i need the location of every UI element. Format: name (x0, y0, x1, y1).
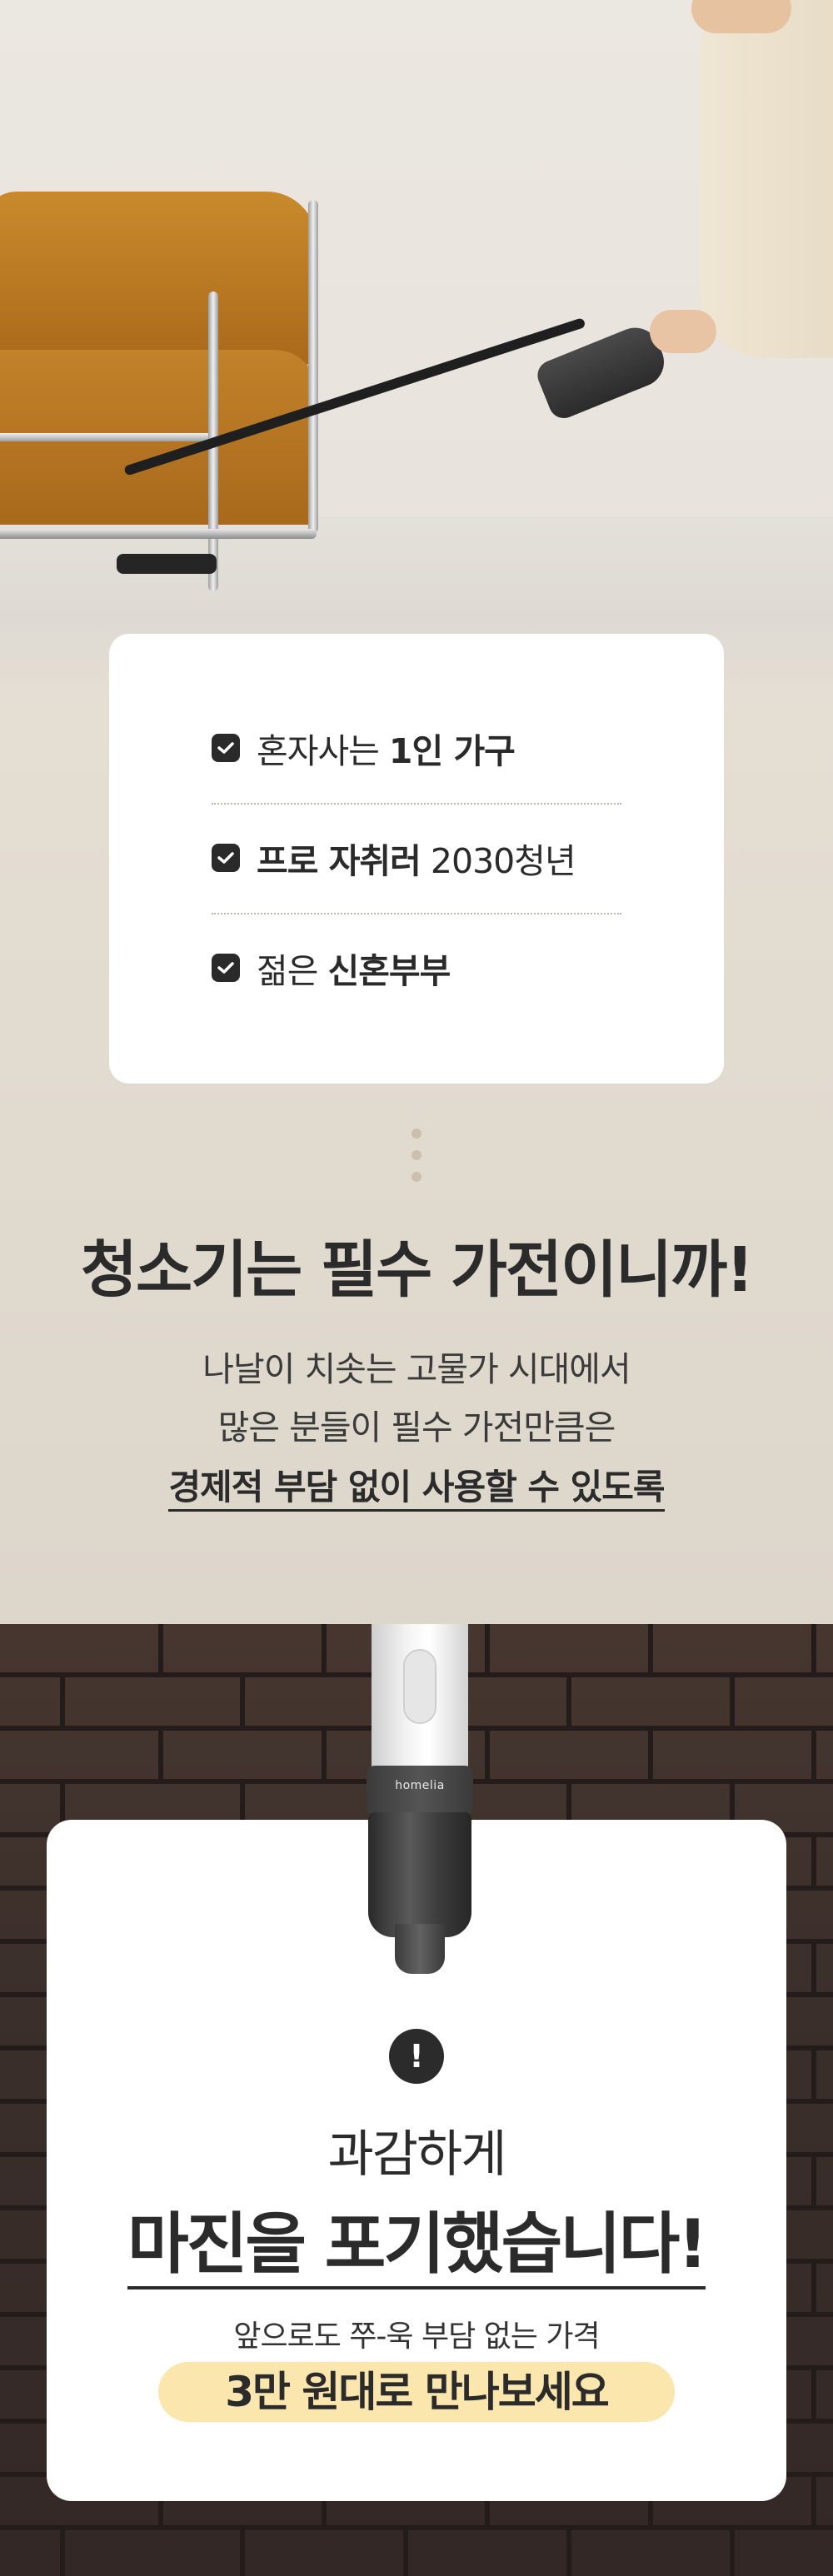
vacuum-floor-head (117, 554, 217, 574)
section-headline: 청소기는 필수 가전이니까! (80, 1234, 754, 1306)
person-face (691, 0, 791, 33)
dotted-divider (212, 913, 621, 914)
checkbox-icon (212, 954, 240, 982)
checklist-label: 프로 자취러 2030청년 (257, 841, 576, 881)
sofa-frame-rail (0, 433, 217, 441)
price-card-headline: 마진을 포기했습니다! (0, 2190, 833, 2290)
sofa-frame-leg (308, 200, 318, 533)
checkbox-icon (212, 734, 240, 762)
person-hand (650, 310, 716, 353)
intro-text-line: 많은 분들이 필수 가전만큼은 (217, 1408, 616, 1447)
vacuum-nozzle (395, 1924, 445, 1974)
sofa-backrest (0, 192, 317, 366)
brand-logo-text: homelia (395, 1779, 445, 1792)
checklist-item: 혼자사는 1인 가구 (212, 723, 628, 773)
intro-emphasis-line: 경제적 부담 없이 사용할 수 있도록 (0, 1459, 833, 1512)
exclamation-icon: ! (389, 2029, 444, 2084)
price-card-subtext: 앞으로도 쭈-욱 부담 없는 가격 (233, 2319, 600, 2354)
sofa-frame-base (0, 529, 317, 539)
intro-text-line: 나날이 치솟는 고물가 시대에서 (202, 1349, 631, 1389)
checklist-label: 혼자사는 1인 가구 (257, 731, 516, 771)
checkbox-icon (212, 844, 240, 872)
checklist-label: 젊은 신혼부부 (257, 951, 451, 991)
person-arm (700, 0, 833, 358)
price-card-intro: 과감하게 (327, 2125, 507, 2184)
price-highlight-badge: 3만 원대로 만나보세요 (158, 2362, 675, 2422)
dotted-divider (212, 803, 621, 805)
vacuum-dust-bin (368, 1812, 471, 1937)
checklist-item: 젊은 신혼부부 (212, 943, 628, 993)
vacuum-product-image: homelia (363, 1624, 476, 1974)
checklist-item: 프로 자취러 2030청년 (212, 833, 628, 883)
vertical-dots-divider (412, 1129, 421, 1193)
vacuum-power-button (403, 1649, 436, 1724)
product-detail-page: 혼자사는 1인 가구 프로 자취러 2030청년 젊은 신혼부부 청소기는 필수… (0, 0, 833, 2576)
